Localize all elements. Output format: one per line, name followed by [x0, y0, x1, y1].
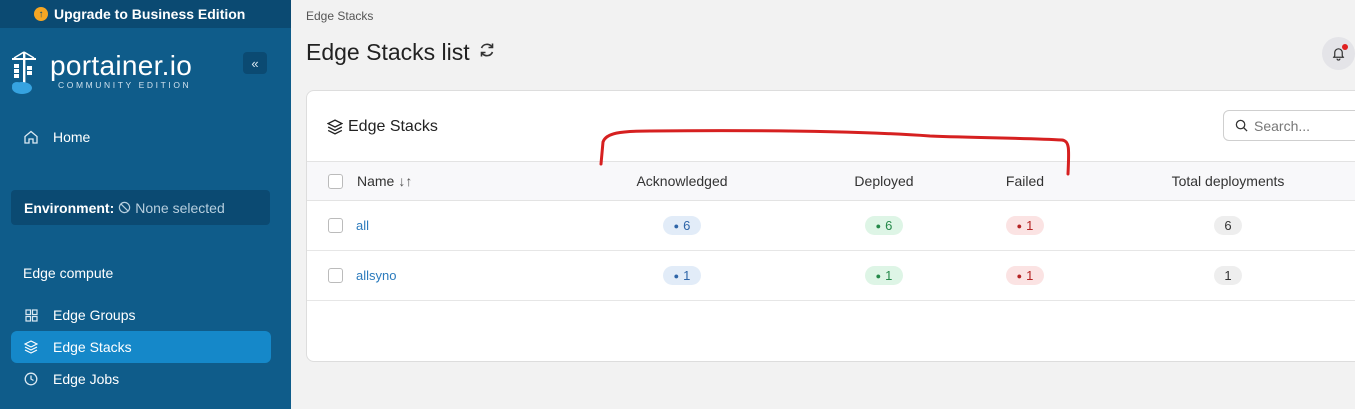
sidebar-item-label: Home: [53, 129, 91, 145]
collapse-sidebar-button[interactable]: «: [243, 52, 267, 74]
notification-dot: [1342, 44, 1348, 50]
clock-icon: [23, 372, 39, 386]
environment-selector[interactable]: Environment: None selected: [11, 190, 270, 225]
sidebar-item-home[interactable]: Home: [11, 121, 271, 153]
arrow-up-circle-icon: ↑: [34, 7, 48, 21]
search-input[interactable]: Search...: [1223, 110, 1355, 141]
layers-icon: [23, 340, 39, 354]
breadcrumb[interactable]: Edge Stacks: [306, 9, 373, 23]
search-placeholder: Search...: [1254, 117, 1311, 134]
environment-value: None selected: [135, 199, 225, 216]
sidebar-item-label: Edge Groups: [53, 307, 136, 323]
table-row: allsyno ● 1 ● 1 ● 1 1: [307, 251, 1355, 301]
total-deployments-badge: 6: [1214, 216, 1242, 235]
page-title: Edge Stacks list: [306, 39, 470, 65]
row-checkbox[interactable]: [328, 268, 343, 283]
double-chevron-left-icon: «: [251, 55, 259, 71]
column-header-total-deployments[interactable]: Total deployments: [1128, 162, 1328, 200]
table-header: Name ↓↑ Acknowledged Deployed Failed Tot…: [307, 161, 1355, 201]
ban-icon: [119, 201, 131, 214]
crane-logo-icon: [12, 51, 36, 94]
sidebar: ↑ Upgrade to Business Edition portainer.…: [0, 0, 291, 409]
upgrade-label: Upgrade to Business Edition: [54, 6, 246, 22]
search-icon: [1235, 119, 1248, 132]
deployed-badge: ● 1: [865, 266, 903, 285]
home-icon: [23, 130, 39, 144]
row-checkbox[interactable]: [328, 218, 343, 233]
brand-name: portainer.io: [50, 50, 193, 81]
edition-label: COMMUNITY EDITION: [58, 80, 192, 90]
sidebar-item-edge-stacks[interactable]: Edge Stacks: [11, 331, 271, 363]
table-row: all ● 6 ● 6 ● 1 6: [307, 201, 1355, 251]
upgrade-banner[interactable]: ↑ Upgrade to Business Edition: [0, 0, 291, 28]
total-deployments-badge: 1: [1214, 266, 1242, 285]
sidebar-item-label: Edge Jobs: [53, 371, 120, 387]
environment-label: Environment:: [24, 199, 115, 216]
deployed-badge: ● 6: [865, 216, 903, 235]
layers-icon: [327, 119, 343, 135]
edge-stacks-card: Edge Stacks Search... Name ↓↑ Acknowledg…: [306, 90, 1355, 362]
sort-icon: ↓↑: [398, 173, 413, 189]
sidebar-item-label: Edge Stacks: [53, 339, 132, 355]
failed-badge: ● 1: [1006, 266, 1044, 285]
grid-icon: [23, 308, 39, 322]
notifications-button[interactable]: [1322, 37, 1355, 70]
column-header-acknowledged[interactable]: Acknowledged: [582, 162, 782, 200]
select-all-checkbox[interactable]: [328, 173, 343, 189]
acknowledged-badge: ● 6: [663, 216, 701, 235]
acknowledged-badge: ● 1: [663, 266, 701, 285]
column-header-failed[interactable]: Failed: [925, 162, 1125, 200]
section-title-edge-compute: Edge compute: [23, 265, 114, 281]
sidebar-item-edge-groups[interactable]: Edge Groups: [11, 299, 271, 331]
refresh-icon[interactable]: [478, 41, 496, 64]
stack-name-link[interactable]: all: [356, 218, 369, 233]
card-title: Edge Stacks: [348, 118, 438, 135]
sidebar-item-edge-jobs[interactable]: Edge Jobs: [11, 363, 271, 395]
portainer-logo[interactable]: portainer.io COMMUNITY EDITION: [10, 50, 192, 96]
column-header-name[interactable]: Name ↓↑: [357, 162, 412, 200]
stack-name-link[interactable]: allsyno: [356, 268, 396, 283]
failed-badge: ● 1: [1006, 216, 1044, 235]
